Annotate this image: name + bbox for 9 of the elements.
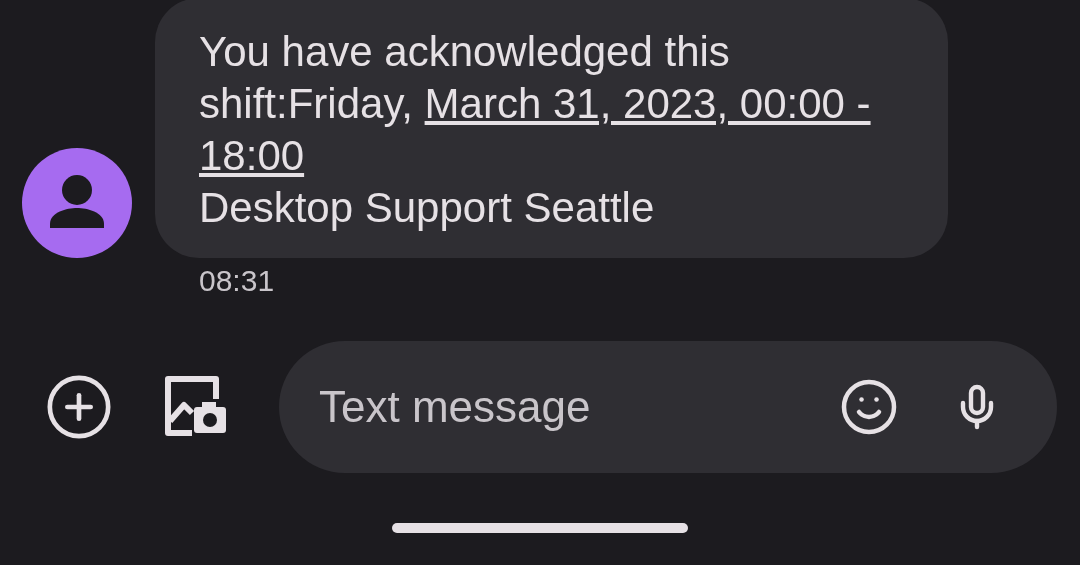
message-field[interactable]: Text message [319, 374, 839, 440]
message-text: You have acknowledged this shift:Friday, March 31, 2023, 00:00 - 18:00 Desktop Support Seattle [199, 27, 872, 233]
message-input[interactable]: Text message [279, 341, 1057, 473]
date-link[interactable]: 18:00 [199, 132, 305, 179]
avatar-icon [22, 148, 132, 258]
emoji-button[interactable] [839, 377, 899, 437]
date-link[interactable]: March 31, 2023, 00:00 - [424, 80, 871, 127]
message-time: 08:31 [199, 266, 276, 296]
smiley-icon [839, 377, 899, 437]
